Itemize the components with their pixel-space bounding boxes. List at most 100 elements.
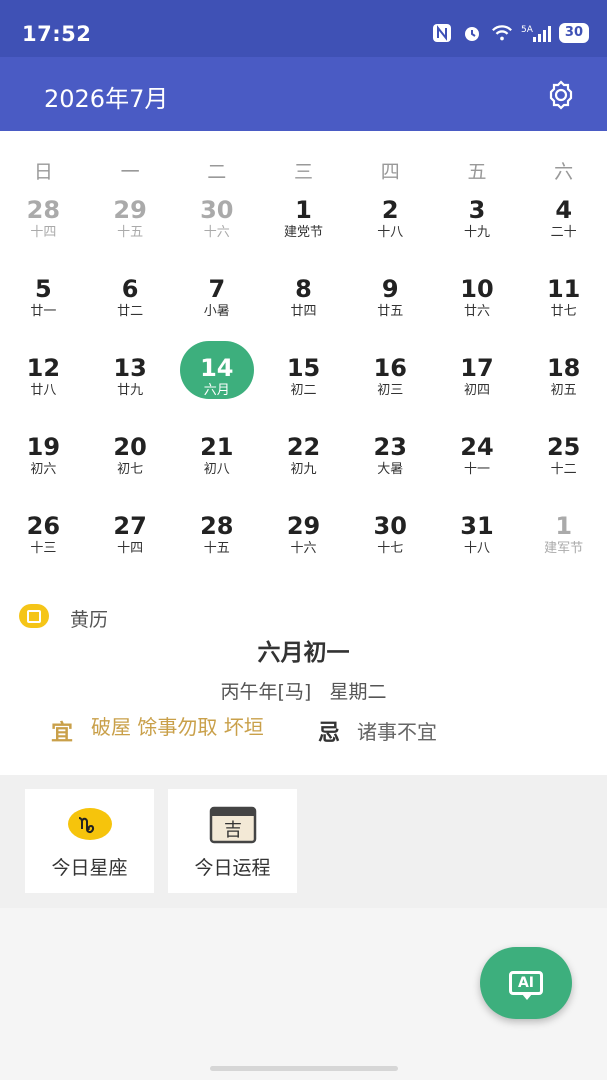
calendar-day[interactable]: 3 十九: [434, 195, 521, 274]
horoscope-card[interactable]: 今日星座: [25, 789, 154, 893]
calendar-day-selected[interactable]: 14 六月: [173, 341, 260, 432]
calendar-week-row: 5 廿一 6 廿二 7 小暑 8 廿四 9 廿五 10 廿六 11 廿七: [0, 274, 607, 353]
calendar-day[interactable]: 24 十一: [434, 432, 521, 511]
calendar-day[interactable]: 22 初九: [260, 432, 347, 511]
lunar-date: 六月初一: [257, 640, 350, 666]
lunar-day: 二十: [550, 225, 577, 240]
calendar-day[interactable]: 6 廿二: [87, 274, 174, 353]
day-number: 16: [373, 354, 407, 382]
weekday-label: 日: [33, 161, 53, 183]
calendar-day[interactable]: 5 廿一: [0, 274, 87, 353]
weekday-label: 六: [554, 161, 574, 183]
calendar-day[interactable]: 29 十五: [87, 195, 174, 274]
almanac-panel[interactable]: 黄历 六月初一 丙午年[马] 星期二 宜 破屋 馀事勿取 坏垣 忌 诸事不宜: [0, 591, 607, 775]
lunar-day: 十八: [377, 225, 404, 240]
weekday-label: 二: [207, 161, 227, 183]
day-number: 8: [295, 275, 312, 303]
lunar-day: 廿九: [117, 383, 144, 398]
day-number: 21: [200, 433, 234, 461]
settings-gear-icon[interactable]: [543, 77, 579, 113]
calendar-day[interactable]: 10 廿六: [434, 274, 521, 353]
lunar-day: 十五: [117, 225, 144, 240]
lunar-day: 廿六: [463, 304, 490, 319]
day-number: 1: [295, 196, 312, 224]
day-number: 18: [546, 354, 581, 382]
calendar-day[interactable]: 9 廿五: [347, 274, 434, 353]
ai-chat-icon: AI: [509, 971, 543, 1000]
calendar-day[interactable]: 13 廿九: [87, 353, 174, 432]
calendar-month: 日 一 二 三 四 五 六 28 十四 29 十五 30 十六 1 建党节 2 十八 3 十九 4 二十 5…: [0, 131, 607, 591]
day-number: 27: [113, 512, 147, 540]
battery-indicator: 30: [558, 23, 589, 43]
calendar-day[interactable]: 11 廿七: [520, 274, 607, 353]
weekday-label: 五: [467, 161, 487, 183]
weekday-label: 三: [294, 161, 314, 183]
home-indicator[interactable]: [210, 1066, 398, 1071]
day-number: 4: [555, 196, 573, 224]
lunar-day: 廿四: [290, 304, 317, 319]
svg-text:吉: 吉: [224, 820, 242, 841]
day-number: 11: [546, 275, 581, 303]
lunar-day: 廿一: [30, 304, 57, 319]
lunar-day: 廿七: [550, 304, 577, 319]
calendar-day[interactable]: 2 十八: [347, 195, 434, 274]
lunar-day: 十八: [463, 541, 490, 556]
calendar-day[interactable]: 21 初八: [173, 432, 260, 511]
calendar-day[interactable]: 30 十七: [347, 511, 434, 590]
lunar-day: 十九: [463, 225, 490, 240]
lunar-day: 建党节: [284, 225, 324, 240]
calendar-day[interactable]: 1 建党节: [260, 195, 347, 274]
calendar-day[interactable]: 15 初二: [260, 353, 347, 432]
calendar-week-row: 28 十四 29 十五 30 十六 1 建党节 2 十八 3 十九 4 二十: [0, 195, 607, 274]
ji-label: 忌: [318, 721, 341, 746]
tools-section: 今日星座 吉 今日运程: [0, 775, 607, 908]
day-number: 5: [35, 275, 52, 303]
day-number: 12: [26, 354, 61, 382]
calendar-day[interactable]: 31 十八: [434, 511, 521, 590]
calendar-day[interactable]: 20 初七: [87, 432, 174, 511]
day-number: 10: [460, 275, 494, 303]
day-number: 29: [113, 196, 147, 224]
lunar-day: 十七: [377, 541, 404, 556]
weekday-label: 四: [380, 161, 400, 183]
almanac-calendar-icon: [19, 604, 49, 628]
calendar-day[interactable]: 17 初四: [434, 353, 521, 432]
fortune-card[interactable]: 吉 今日运程: [168, 789, 297, 893]
lunar-day: 初八: [203, 462, 230, 477]
day-number: 28: [26, 196, 61, 224]
calendar-day[interactable]: 25 十二: [520, 432, 607, 511]
horoscope-label: 今日星座: [51, 857, 128, 879]
day-number: 28: [200, 512, 234, 540]
calendar-day[interactable]: 30 十六: [173, 195, 260, 274]
lunar-day: 建军节: [544, 541, 584, 556]
ai-assistant-button[interactable]: AI: [480, 947, 572, 1019]
calendar-day[interactable]: 28 十四: [0, 195, 87, 274]
calendar-day[interactable]: 16 初三: [347, 353, 434, 432]
calendar-day[interactable]: 19 初六: [0, 432, 87, 511]
lunar-day: 小暑: [203, 304, 230, 319]
lunar-day: 廿八: [30, 383, 57, 398]
calendar-day[interactable]: 23 大暑: [347, 432, 434, 511]
signal-icon: 5A: [521, 23, 551, 43]
calendar-day[interactable]: 1 建军节: [520, 511, 607, 590]
calendar-day[interactable]: 28 十五: [173, 511, 260, 590]
almanac-label: 黄历: [70, 609, 109, 631]
calendar-day[interactable]: 18 初五: [520, 353, 607, 432]
day-number: 26: [26, 512, 61, 540]
alarm-icon: [461, 23, 483, 43]
calendar-day[interactable]: 4 二十: [520, 195, 607, 274]
lunar-day: 六月: [203, 383, 230, 398]
yi-text: 破屋 馀事勿取 坏垣: [91, 715, 264, 739]
day-number: 30: [200, 196, 234, 224]
lunar-day: 十一: [463, 462, 490, 477]
month-title[interactable]: 2026年7月: [44, 79, 168, 114]
day-number: 6: [121, 275, 139, 303]
nfc-icon: [431, 23, 453, 43]
calendar-day[interactable]: 27 十四: [87, 511, 174, 590]
calendar-day[interactable]: 29 十六: [260, 511, 347, 590]
lunar-day: 十二: [550, 462, 577, 477]
calendar-day[interactable]: 8 廿四: [260, 274, 347, 353]
calendar-day[interactable]: 12 廿八: [0, 353, 87, 432]
calendar-day[interactable]: 26 十三: [0, 511, 87, 590]
lunar-day: 大暑: [377, 462, 404, 477]
